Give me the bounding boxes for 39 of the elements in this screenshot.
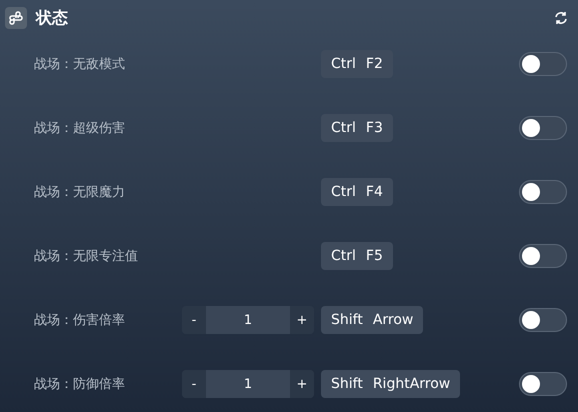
row-label: 战场：伤害倍率 (34, 312, 126, 329)
plus-button[interactable]: + (290, 306, 314, 334)
key-label: Ctrl (331, 184, 356, 200)
plus-button[interactable]: + (290, 370, 314, 398)
hotkey-box[interactable]: Shift Arrow (321, 306, 424, 334)
toggle-switch[interactable] (519, 244, 567, 268)
refresh-icon[interactable] (554, 11, 568, 25)
key-label: Shift (331, 312, 363, 328)
toggle-switch[interactable] (519, 180, 567, 204)
row-label: 战场：无限魔力 (34, 184, 126, 201)
minus-button[interactable]: - (182, 306, 206, 334)
key-label: Ctrl (331, 56, 356, 72)
hotkey-box[interactable]: Shift RightArrow (321, 370, 460, 398)
key-label: Arrow (372, 312, 414, 328)
hotkey-box[interactable]: Ctrl F4 (321, 178, 393, 206)
row-label: 战场：无限专注值 (34, 248, 139, 265)
key-label: F4 (366, 184, 383, 200)
clover-icon (5, 7, 27, 29)
key-label: F2 (366, 56, 383, 72)
key-label: F3 (366, 120, 383, 136)
key-label: RightArrow (372, 376, 450, 392)
toggle-switch[interactable] (519, 116, 567, 140)
section-title: 状态 (36, 8, 69, 28)
hotkey-box[interactable]: Ctrl F5 (321, 242, 393, 270)
row-label: 战场：超级伤害 (34, 120, 126, 137)
row-label: 战场：无敌模式 (34, 56, 126, 73)
toggle-switch[interactable] (519, 308, 567, 332)
key-label: F5 (366, 248, 383, 264)
row-label: 战场：防御倍率 (34, 376, 126, 393)
toggle-switch[interactable] (519, 372, 567, 396)
hotkey-box[interactable]: Ctrl F3 (321, 114, 393, 142)
number-field[interactable]: 1 (206, 306, 290, 334)
key-label: Ctrl (331, 120, 356, 136)
number-field[interactable]: 1 (206, 370, 290, 398)
toggle-switch[interactable] (519, 52, 567, 76)
key-label: Shift (331, 376, 363, 392)
key-label: Ctrl (331, 248, 356, 264)
minus-button[interactable]: - (182, 370, 206, 398)
hotkey-box[interactable]: Ctrl F2 (321, 50, 393, 78)
